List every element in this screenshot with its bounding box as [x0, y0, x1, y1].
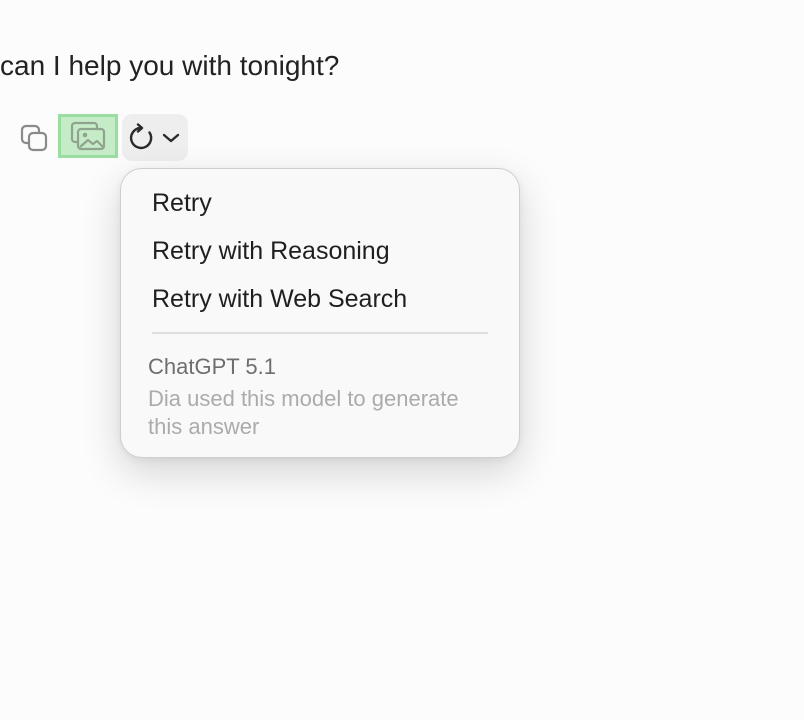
- menu-item-retry-with-web-search[interactable]: Retry with Web Search: [152, 283, 407, 315]
- menu-divider: [152, 332, 488, 334]
- menu-item-retry-with-reasoning[interactable]: Retry with Reasoning: [152, 235, 390, 267]
- model-name: ChatGPT 5.1: [148, 354, 276, 379]
- copy-icon: [20, 124, 48, 152]
- retry-menu-popup: Retry Retry with Reasoning Retry with We…: [120, 168, 520, 458]
- chevron-down-icon: [162, 133, 180, 142]
- copy-button[interactable]: [16, 120, 52, 156]
- assistant-message-text: can I help you with tonight?: [0, 50, 340, 81]
- refresh-icon: [129, 122, 153, 149]
- retry-dropdown-button[interactable]: [122, 114, 188, 161]
- model-description: Dia used this model to generate this ans…: [148, 386, 459, 439]
- image-button[interactable]: [58, 114, 118, 158]
- menu-item-retry[interactable]: Retry: [152, 187, 212, 219]
- image-icon: [70, 121, 106, 151]
